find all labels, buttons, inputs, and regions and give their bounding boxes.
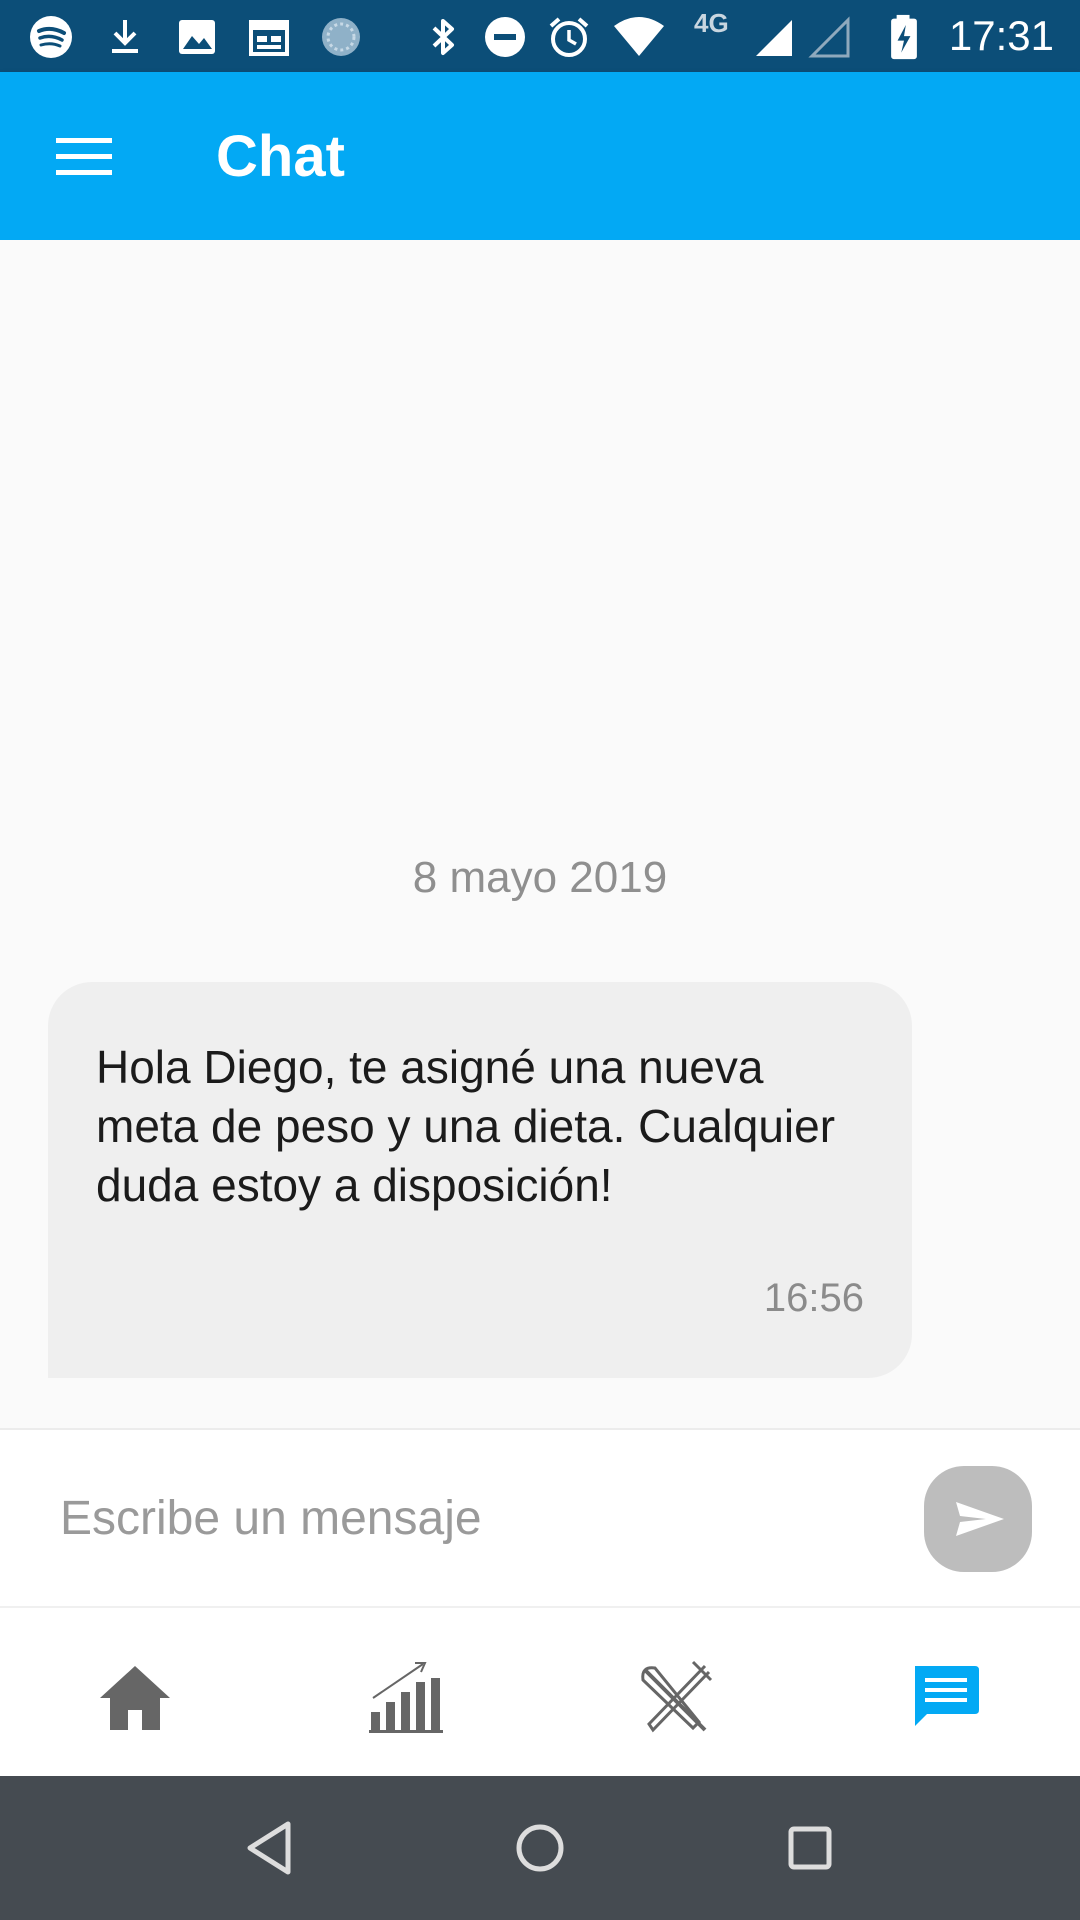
spotify-icon [30,16,72,58]
recents-icon[interactable] [774,1812,846,1884]
bottom-navigation [0,1606,1080,1776]
chat-message-list[interactable]: 8 mayo 2019 Hola Diego, te asigné una nu… [0,240,1080,1428]
alarm-icon [549,17,589,57]
status-bar: 4G 17:31 [0,0,1080,72]
system-navigation-bar [0,1776,1080,1920]
calendar-icon [249,20,289,56]
progress-chart-icon [369,1662,443,1733]
message-composer [0,1428,1080,1606]
wifi-icon [614,17,664,56]
page-title: Chat [216,124,345,189]
signal-empty-icon [808,16,850,58]
bluetooth-icon [432,19,454,55]
send-button[interactable] [924,1466,1032,1572]
home-icon [100,1666,170,1730]
chat-icon [915,1666,979,1726]
nav-item-chat[interactable] [810,1608,1080,1776]
message-text: Hola Diego, te asigné una nueva meta de … [96,1041,836,1211]
hamburger-menu-icon [56,138,112,175]
message-timestamp: 16:56 [763,1276,864,1320]
image-icon [179,20,215,54]
sync-icon [322,18,360,56]
clock: 17:31 [948,12,1054,59]
message-bubble[interactable]: Hola Diego, te asigné una nueva meta de … [48,982,912,1378]
nav-item-progress[interactable] [270,1608,540,1776]
nav-item-home[interactable] [0,1608,270,1776]
app-bar: Chat [0,72,1080,240]
download-icon [112,20,138,53]
home-circle-icon[interactable] [504,1812,576,1884]
network-type-label: 4G [694,8,729,38]
back-icon[interactable] [234,1812,306,1884]
date-separator: 8 mayo 2019 [412,853,668,902]
fork-knife-icon [641,1660,713,1733]
message-input[interactable] [40,1460,880,1576]
do-not-disturb-icon [485,17,525,57]
battery-charging-icon [891,14,917,60]
menu-button[interactable] [40,114,130,198]
nav-item-diet[interactable] [540,1608,810,1776]
send-icon [956,1502,1004,1536]
signal-icon [756,20,792,56]
